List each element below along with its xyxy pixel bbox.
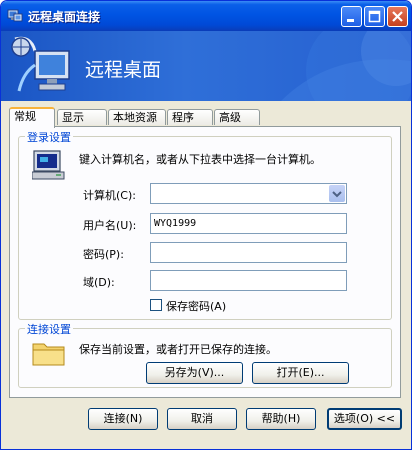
domain-input[interactable]: [150, 270, 347, 291]
header-banner: 远程桌面 连接: [1, 31, 411, 101]
connect-button[interactable]: 连接(N): [88, 408, 158, 430]
minimize-icon: [347, 19, 354, 22]
username-label: 用户名(U):: [83, 219, 137, 232]
password-label: 密码(P):: [83, 248, 124, 261]
login-settings-title: 登录设置: [25, 129, 73, 145]
domain-label: 域(D):: [83, 276, 115, 289]
tab-advanced[interactable]: 高级: [214, 109, 260, 125]
username-input[interactable]: WYQ1999: [150, 213, 347, 234]
help-button[interactable]: 帮助(H): [246, 408, 316, 430]
save-password-checkbox[interactable]: [150, 299, 162, 311]
cancel-button[interactable]: 取消: [167, 408, 237, 430]
connection-settings-group: 连接设置 保存当前设置，或者打开已保存的连接。 另存为(V)... 打开(E).…: [18, 321, 392, 388]
computer-icon: [32, 150, 65, 180]
maximize-button[interactable]: [364, 6, 385, 27]
connection-hint: 保存当前设置，或者打开已保存的连接。: [79, 343, 277, 356]
remote-desktop-icon: [7, 9, 23, 22]
tab-programs[interactable]: 程序: [167, 109, 213, 125]
computer-combobox[interactable]: [150, 183, 347, 204]
save-as-button[interactable]: 另存为(V)...: [146, 362, 243, 384]
folder-icon: [32, 343, 65, 366]
login-settings-group: 登录设置 键入计算机名，或者从下拉表中选择一台计算机。 计算机(C): 用户名(…: [18, 129, 392, 320]
tab-panel-general: 登录设置 键入计算机名，或者从下拉表中选择一台计算机。 计算机(C): 用户名(…: [9, 126, 401, 398]
chevron-down-icon: [332, 191, 342, 198]
tab-display[interactable]: 显示: [57, 109, 107, 125]
computer-dropdown-button[interactable]: [329, 185, 345, 202]
options-button[interactable]: 选项(O) <<: [327, 408, 402, 430]
connection-settings-title: 连接设置: [25, 321, 73, 337]
computer-label: 计算机(C):: [83, 189, 136, 202]
banner-title-line1: 远程桌面: [85, 59, 162, 81]
close-button[interactable]: [387, 6, 408, 27]
save-password-label[interactable]: 保存密码(A): [166, 298, 226, 314]
close-icon: [392, 11, 403, 22]
minimize-button[interactable]: [341, 6, 362, 27]
open-button[interactable]: 打开(E)...: [252, 362, 349, 384]
tab-general[interactable]: 常规: [9, 107, 55, 128]
title-bar[interactable]: 远程桌面连接: [1, 1, 411, 31]
tab-local-resources[interactable]: 本地资源: [108, 109, 166, 125]
banner-title: 远程桌面 连接: [85, 39, 161, 101]
remote-desktop-window: 远程桌面连接 远程桌面 连接: [0, 0, 412, 450]
maximize-icon: [368, 10, 381, 23]
computer-network-icon: [11, 36, 70, 92]
login-hint: 键入计算机名，或者从下拉表中选择一台计算机。: [79, 153, 321, 166]
password-input[interactable]: [150, 242, 347, 263]
window-title: 远程桌面连接: [28, 10, 101, 24]
